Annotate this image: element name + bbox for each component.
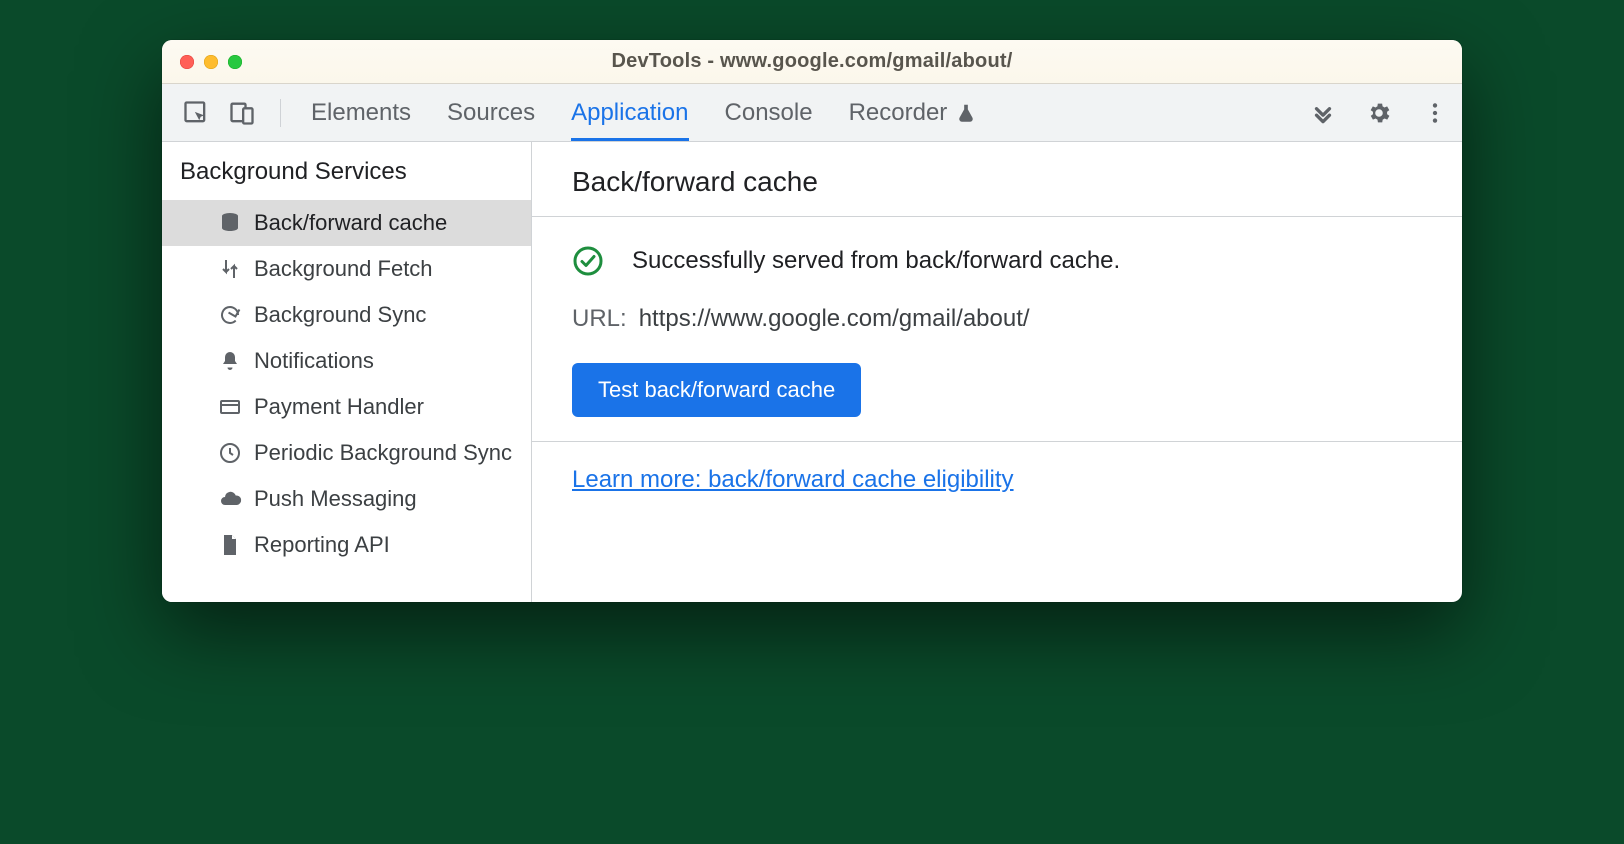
sidebar-item-reporting[interactable]: Reporting API [162,522,531,568]
file-icon [218,533,242,557]
bfcache-status-text: Successfully served from back/forward ca… [632,247,1120,275]
devtools-window: DevTools - www.google.com/gmail/about/ E… [162,40,1462,602]
toolbar-right [1310,100,1448,126]
card-icon [218,395,242,419]
sidebar-item-label: Background Fetch [254,256,433,282]
tab-label: Console [725,99,813,127]
window-controls [162,55,242,69]
close-window-button[interactable] [180,55,194,69]
bell-icon [218,349,242,373]
settings-icon[interactable] [1366,100,1392,126]
sidebar-item-label: Periodic Background Sync [254,440,512,466]
sidebar-item-label: Push Messaging [254,486,417,512]
sidebar-section-title: Background Services [162,142,531,200]
fetch-icon [218,257,242,281]
sidebar-item-bg-sync[interactable]: Background Sync [162,292,531,338]
sidebar-item-bg-fetch[interactable]: Background Fetch [162,246,531,292]
toolbar-separator [280,99,281,127]
tab-application[interactable]: Application [571,84,688,141]
devtools-toolbar: Elements Sources Application Console Rec… [162,84,1462,142]
sidebar-item-bfcache[interactable]: Back/forward cache [162,200,531,246]
cloud-icon [218,487,242,511]
zoom-window-button[interactable] [228,55,242,69]
url-label: URL: [572,305,627,333]
clock-icon [218,441,242,465]
tab-recorder[interactable]: Recorder [849,84,978,141]
more-tabs-icon[interactable] [1310,100,1336,126]
sidebar-item-notifications[interactable]: Notifications [162,338,531,384]
tab-sources[interactable]: Sources [447,84,535,141]
bfcache-url-row: URL: https://www.google.com/gmail/about/ [572,305,1422,333]
sidebar-item-payment[interactable]: Payment Handler [162,384,531,430]
panel-body: Background Services Back/forward cache B… [162,142,1462,602]
tab-label: Recorder [849,99,948,127]
tab-label: Application [571,99,688,127]
inspect-element-icon[interactable] [182,99,210,127]
more-options-icon[interactable] [1422,100,1448,126]
panel-tabs: Elements Sources Application Console Rec… [311,84,1290,141]
sidebar-item-label: Background Sync [254,302,426,328]
sidebar-item-label: Back/forward cache [254,210,447,236]
sidebar-item-label: Payment Handler [254,394,424,420]
storage-icon [218,211,242,235]
bfcache-result-section: Successfully served from back/forward ca… [532,217,1462,442]
experimental-icon [955,102,977,124]
window-title: DevTools - www.google.com/gmail/about/ [162,50,1462,73]
tab-console[interactable]: Console [725,84,813,141]
tab-elements[interactable]: Elements [311,84,411,141]
bfcache-footer: Learn more: back/forward cache eligibili… [532,442,1462,518]
device-toolbar-icon[interactable] [228,99,256,127]
sidebar-item-periodic-sync[interactable]: Periodic Background Sync [162,430,531,476]
tab-label: Elements [311,99,411,127]
learn-more-link[interactable]: Learn more: back/forward cache eligibili… [572,466,1014,493]
bfcache-status-row: Successfully served from back/forward ca… [572,245,1422,277]
tab-label: Sources [447,99,535,127]
application-sidebar: Background Services Back/forward cache B… [162,142,532,602]
sidebar-item-label: Notifications [254,348,374,374]
bfcache-pane: Back/forward cache Successfully served f… [532,142,1462,602]
sync-icon [218,303,242,327]
sidebar-item-label: Reporting API [254,532,390,558]
pane-heading: Back/forward cache [532,142,1462,217]
test-bfcache-button[interactable]: Test back/forward cache [572,363,861,417]
titlebar: DevTools - www.google.com/gmail/about/ [162,40,1462,84]
success-check-icon [572,245,604,277]
url-value: https://www.google.com/gmail/about/ [639,305,1030,333]
sidebar-item-push[interactable]: Push Messaging [162,476,531,522]
minimize-window-button[interactable] [204,55,218,69]
